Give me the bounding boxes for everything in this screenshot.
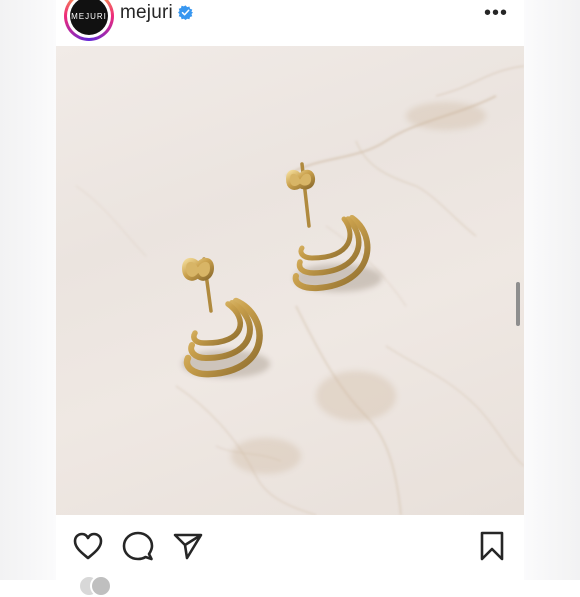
post-photo[interactable]: [56, 46, 524, 515]
post-actions: [56, 515, 524, 597]
liker-avatar[interactable]: [90, 575, 112, 597]
post-header: MEJURI mejuri •••: [56, 0, 524, 46]
earring-left: [181, 257, 263, 378]
avatar-label: MEJURI: [71, 11, 107, 21]
bookmark-icon[interactable]: [476, 530, 508, 562]
send-icon[interactable]: [172, 530, 204, 562]
more-options-icon[interactable]: •••: [484, 3, 508, 23]
left-margin: [0, 0, 56, 580]
right-margin: [524, 0, 580, 580]
avatar-border: MEJURI: [67, 0, 111, 38]
earrings-photo: [75, 65, 524, 515]
story-ring[interactable]: MEJURI: [64, 0, 114, 41]
marble-veins: [75, 65, 524, 515]
avatar[interactable]: MEJURI: [70, 0, 108, 35]
heart-icon[interactable]: [72, 530, 104, 562]
verified-badge-icon: [178, 5, 193, 20]
username-link[interactable]: mejuri: [120, 2, 173, 24]
scrollbar[interactable]: [516, 282, 520, 326]
comment-icon[interactable]: [122, 530, 154, 562]
